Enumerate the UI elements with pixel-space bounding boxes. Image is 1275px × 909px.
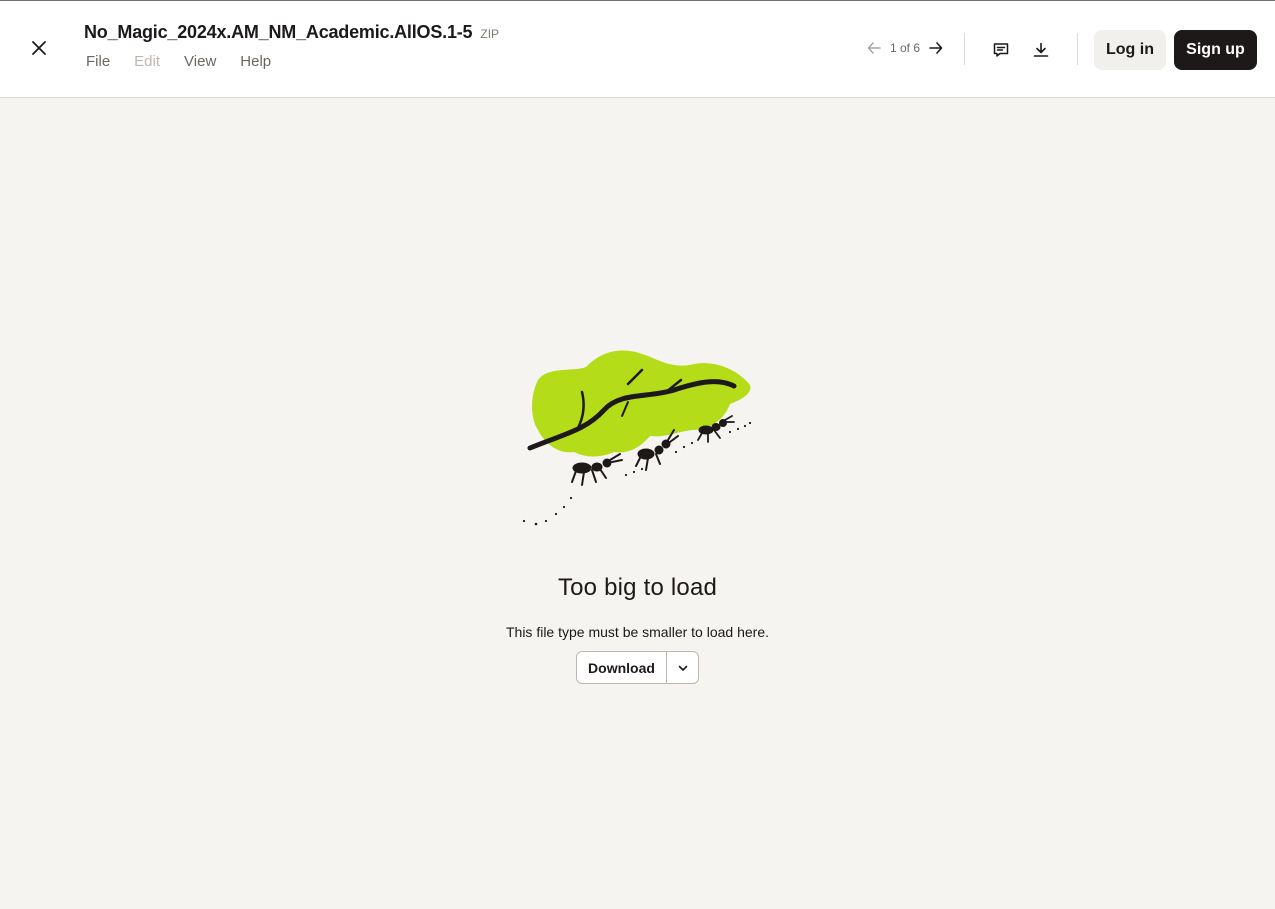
file-extension: ZIP: [480, 27, 500, 41]
menu-file[interactable]: File: [86, 53, 110, 70]
next-file-button[interactable]: [926, 38, 946, 58]
leaf-ants-illustration: [516, 340, 760, 535]
comment-icon: [993, 43, 1009, 57]
file-name: No_Magic_2024x.AM_NM_Academic.AllOS.1-5: [84, 22, 473, 42]
chevron-down-icon: [678, 665, 687, 671]
arrow-left-icon: [867, 42, 881, 54]
file-title: No_Magic_2024x.AM_NM_Academic.AllOS.1-5 …: [84, 22, 499, 43]
comment-button[interactable]: [988, 37, 1014, 63]
download-options-button[interactable]: [667, 652, 698, 683]
top-bar: No_Magic_2024x.AM_NM_Academic.AllOS.1-5 …: [0, 0, 1275, 98]
previous-file-button[interactable]: [864, 38, 884, 58]
download-icon: [1033, 42, 1049, 57]
pager-text: 1 of 6: [890, 41, 921, 55]
menu-edit: Edit: [134, 53, 161, 70]
menu-help[interactable]: Help: [240, 53, 271, 70]
arrow-right-icon: [929, 42, 943, 54]
close-icon: [31, 40, 47, 61]
login-button[interactable]: Log in: [1094, 30, 1166, 70]
file-pager: 1 of 6: [864, 38, 946, 58]
signup-button[interactable]: Sign up: [1174, 30, 1257, 70]
leaf: [532, 350, 751, 457]
menu-bar: File Edit View Help: [86, 53, 271, 70]
menu-view[interactable]: View: [184, 53, 216, 70]
divider: [964, 33, 965, 65]
close-button[interactable]: [24, 35, 54, 65]
download-split-button: Download: [576, 651, 699, 684]
download-icon-button[interactable]: [1028, 37, 1054, 63]
ant-left: [571, 453, 623, 486]
empty-state-subtitle: This file type must be smaller to load h…: [505, 624, 769, 640]
divider: [1077, 33, 1078, 65]
empty-state-title: Too big to load: [557, 574, 718, 601]
download-button[interactable]: Download: [577, 652, 667, 683]
